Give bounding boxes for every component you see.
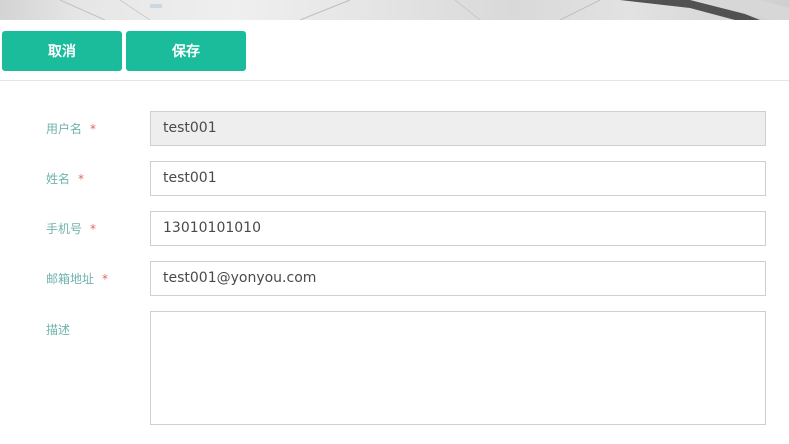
- required-mark: *: [90, 122, 97, 136]
- phone-input[interactable]: 13010101010: [150, 211, 766, 246]
- email-input[interactable]: test001@yonyou.com: [150, 261, 766, 296]
- cancel-button[interactable]: 取消: [2, 31, 122, 71]
- email-row: 邮箱地址 * test001@yonyou.com: [0, 261, 789, 296]
- username-label: 用户名 *: [46, 121, 96, 137]
- action-toolbar: 取消 保存: [0, 20, 789, 80]
- name-label: 姓名 *: [46, 171, 84, 187]
- user-edit-page: 取消 保存 用户名 * test001 姓名 * test001 手机号 * 1301…: [0, 0, 789, 444]
- username-input[interactable]: test001: [150, 111, 766, 146]
- name-row: 姓名 * test001: [0, 161, 789, 196]
- email-label-text: 邮箱地址: [46, 272, 95, 286]
- username-row: 用户名 * test001: [0, 111, 789, 146]
- phone-label-text: 手机号: [46, 222, 83, 236]
- phone-row: 手机号 * 13010101010: [0, 211, 789, 246]
- description-row: 描述: [0, 311, 789, 425]
- save-button[interactable]: 保存: [126, 31, 246, 71]
- required-mark: *: [78, 172, 85, 186]
- phone-label: 手机号 *: [46, 221, 96, 237]
- description-label: 描述: [46, 323, 71, 337]
- toolbar-divider: [0, 80, 789, 81]
- required-mark: *: [90, 222, 97, 236]
- required-mark: *: [102, 272, 109, 286]
- name-input[interactable]: test001: [150, 161, 766, 196]
- email-label: 邮箱地址 *: [46, 271, 108, 287]
- username-label-text: 用户名: [46, 122, 83, 136]
- header-banner-image: [0, 0, 789, 20]
- name-label-text: 姓名: [46, 172, 71, 186]
- description-textarea[interactable]: [150, 311, 766, 425]
